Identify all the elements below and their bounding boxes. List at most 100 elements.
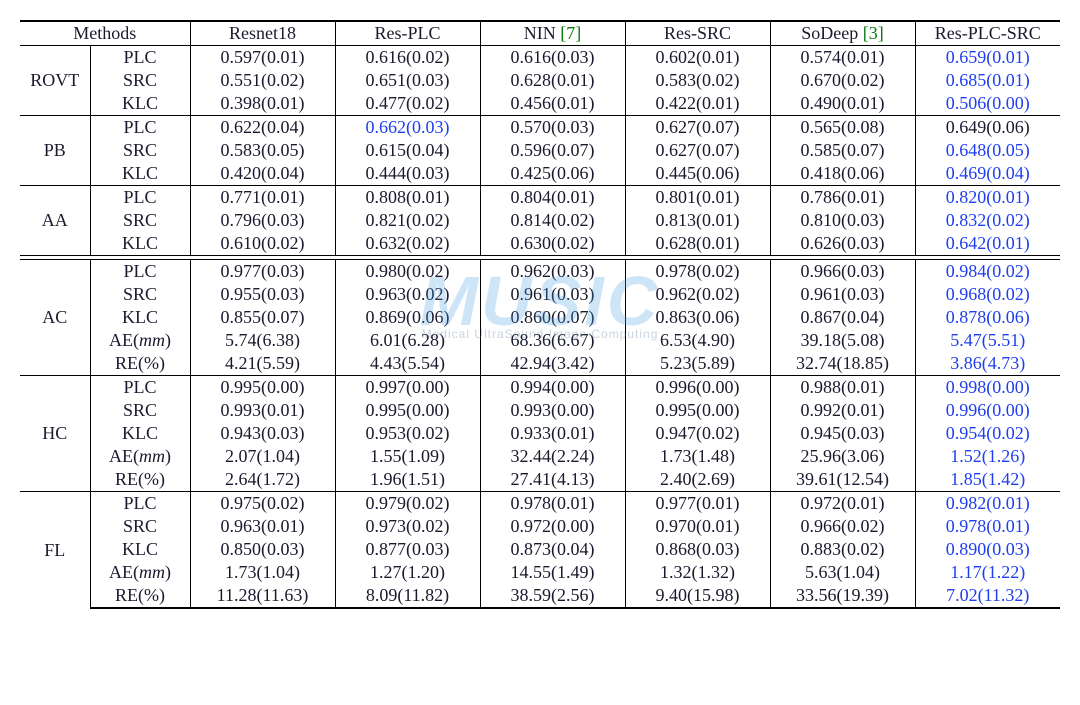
cell-value: 0.610(0.02) [190,232,335,256]
cell-value: 8.09(11.82) [335,584,480,608]
metric-label: KLC [90,422,190,445]
cell-value: 0.855(0.07) [190,306,335,329]
cell-value: 0.966(0.02) [770,515,915,538]
metric-label: AE(mm) [90,445,190,468]
col-res-src: Res-SRC [625,21,770,46]
cell-value: 0.998(0.00) [915,376,1060,400]
col-sodeep-label: SoDeep [801,23,858,43]
cell-value: 0.622(0.04) [190,116,335,140]
cell-value: 1.85(1.42) [915,468,1060,492]
cell-value: 68.36(6.67) [480,329,625,352]
metric-label: SRC [90,139,190,162]
cell-value: 0.970(0.01) [625,515,770,538]
cell-value: 0.978(0.01) [480,492,625,516]
cell-value: 0.425(0.06) [480,162,625,186]
cell-value: 0.796(0.03) [190,209,335,232]
cell-value: 14.55(1.49) [480,561,625,584]
cell-value: 33.56(19.39) [770,584,915,608]
cell-value: 0.583(0.05) [190,139,335,162]
metric-label: PLC [90,46,190,70]
cell-value: 0.890(0.03) [915,538,1060,561]
cell-value: 0.632(0.02) [335,232,480,256]
table-row: SRC0.955(0.03)0.963(0.02)0.961(0.03)0.96… [20,283,1060,306]
cell-value: 32.44(2.24) [480,445,625,468]
metric-label: KLC [90,162,190,186]
cell-value: 0.651(0.03) [335,69,480,92]
cell-value: 6.53(4.90) [625,329,770,352]
metric-label: RE(%) [90,584,190,608]
cell-value: 0.996(0.00) [915,399,1060,422]
col-nin: NIN [7] [480,21,625,46]
table-row: KLC0.610(0.02)0.632(0.02)0.630(0.02)0.62… [20,232,1060,256]
col-methods: Methods [20,21,190,46]
cell-value: 0.863(0.06) [625,306,770,329]
cell-value: 0.955(0.03) [190,283,335,306]
cell-value: 0.583(0.02) [625,69,770,92]
table-row: KLC0.850(0.03)0.877(0.03)0.873(0.04)0.86… [20,538,1060,561]
cell-value: 0.868(0.03) [625,538,770,561]
cell-value: 0.628(0.01) [480,69,625,92]
metric-label: SRC [90,515,190,538]
cell-value: 0.420(0.04) [190,162,335,186]
cell-value: 0.947(0.02) [625,422,770,445]
cell-value: 0.973(0.02) [335,515,480,538]
table-row: ACPLC0.977(0.03)0.980(0.02)0.962(0.03)0.… [20,260,1060,284]
cell-value: 0.771(0.01) [190,186,335,210]
cell-value: 0.963(0.02) [335,283,480,306]
cell-value: 1.27(1.20) [335,561,480,584]
cell-value: 2.07(1.04) [190,445,335,468]
cell-value: 0.804(0.01) [480,186,625,210]
cell-value: 0.585(0.07) [770,139,915,162]
table-row: HCPLC0.995(0.00)0.997(0.00)0.994(0.00)0.… [20,376,1060,400]
cell-value: 0.685(0.01) [915,69,1060,92]
table-row: AE(mm)5.74(6.38)6.01(6.28)68.36(6.67)6.5… [20,329,1060,352]
cell-value: 7.02(11.32) [915,584,1060,608]
cell-value: 0.820(0.01) [915,186,1060,210]
cell-value: 0.994(0.00) [480,376,625,400]
cell-value: 11.28(11.63) [190,584,335,608]
cell-value: 1.32(1.32) [625,561,770,584]
cell-value: 0.813(0.01) [625,209,770,232]
cell-value: 0.551(0.02) [190,69,335,92]
group-label: FL [20,492,90,609]
metric-label: KLC [90,538,190,561]
cell-value: 0.628(0.01) [625,232,770,256]
cell-value: 6.01(6.28) [335,329,480,352]
metric-label: KLC [90,92,190,116]
metric-label: RE(%) [90,352,190,376]
cell-value: 5.74(6.38) [190,329,335,352]
cell-value: 0.626(0.03) [770,232,915,256]
cell-value: 0.962(0.02) [625,283,770,306]
cell-value: 25.96(3.06) [770,445,915,468]
cell-value: 0.602(0.01) [625,46,770,70]
group-label: HC [20,376,90,492]
cell-value: 32.74(18.85) [770,352,915,376]
cell-value: 0.456(0.01) [480,92,625,116]
cell-value: 0.982(0.01) [915,492,1060,516]
table-row: SRC0.963(0.01)0.973(0.02)0.972(0.00)0.97… [20,515,1060,538]
cell-value: 0.977(0.01) [625,492,770,516]
cell-value: 0.627(0.07) [625,139,770,162]
table-row: RE(%)2.64(1.72)1.96(1.51)27.41(4.13)2.40… [20,468,1060,492]
cell-value: 0.883(0.02) [770,538,915,561]
table-row: AAPLC0.771(0.01)0.808(0.01)0.804(0.01)0.… [20,186,1060,210]
group-label: AA [20,186,90,256]
table-row: SRC0.583(0.05)0.615(0.04)0.596(0.07)0.62… [20,139,1060,162]
cell-value: 1.73(1.48) [625,445,770,468]
cell-value: 0.972(0.01) [770,492,915,516]
col-nin-label: NIN [524,23,556,43]
table-row: AE(mm)1.73(1.04)1.27(1.20)14.55(1.49)1.3… [20,561,1060,584]
cell-value: 0.850(0.03) [190,538,335,561]
cell-value: 0.963(0.01) [190,515,335,538]
cell-value: 0.821(0.02) [335,209,480,232]
cell-value: 0.786(0.01) [770,186,915,210]
table-row: SRC0.551(0.02)0.651(0.03)0.628(0.01)0.58… [20,69,1060,92]
cell-value: 0.978(0.02) [625,260,770,284]
col-nin-cite: [7] [560,23,581,43]
table-row: KLC0.943(0.03)0.953(0.02)0.933(0.01)0.94… [20,422,1060,445]
cell-value: 0.993(0.01) [190,399,335,422]
cell-value: 1.52(1.26) [915,445,1060,468]
cell-value: 0.597(0.01) [190,46,335,70]
cell-value: 0.996(0.00) [625,376,770,400]
table-row: ROVTPLC0.597(0.01)0.616(0.02)0.616(0.03)… [20,46,1060,70]
